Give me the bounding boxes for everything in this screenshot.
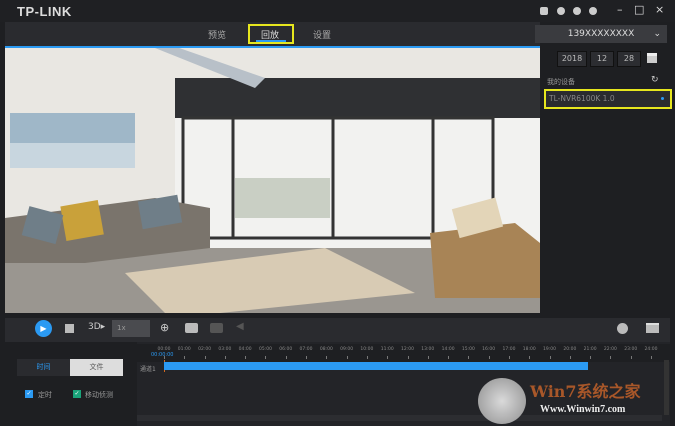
vertical-scrollbar[interactable]	[664, 360, 669, 415]
status-dot-icon	[661, 97, 664, 100]
hour-tick-mark	[204, 356, 206, 359]
hour-tick-mark	[508, 356, 510, 359]
hour-tick-mark	[448, 356, 450, 359]
maximize-button[interactable]: □	[634, 3, 644, 16]
hour-tick-label: 01:00	[177, 347, 191, 352]
refresh-icon[interactable]: ↻	[651, 75, 659, 85]
hour-tick-label: 03:00	[218, 347, 232, 352]
hour-tick-mark	[549, 356, 551, 359]
save-icon[interactable]	[540, 7, 548, 15]
tab-settings[interactable]: 设置	[313, 28, 331, 41]
hour-tick-label: 13:00	[421, 347, 435, 352]
device-item[interactable]: TL-NVR6100K 1.0	[544, 89, 672, 109]
hour-tick-mark	[427, 356, 429, 359]
hour-tick-mark	[245, 356, 247, 359]
watermark-text: Win7系统之家	[530, 382, 641, 401]
hour-tick-mark	[366, 356, 368, 359]
hour-tick-mark	[387, 356, 389, 359]
hour-tick-label: 09:00	[340, 347, 354, 352]
hour-tick-mark	[610, 356, 612, 359]
my-devices-header: 我的设备	[547, 78, 575, 86]
minimize-button[interactable]: –	[617, 3, 623, 16]
hour-tick-label: 08:00	[319, 347, 333, 352]
day-field[interactable]: 28	[617, 51, 641, 67]
hour-tick-label: 05:00	[258, 347, 272, 352]
hour-tick-label: 15:00	[461, 347, 475, 352]
hour-tick-mark	[569, 356, 571, 359]
hour-tick-mark	[265, 356, 267, 359]
record-icon[interactable]	[210, 323, 223, 333]
calendar-icon[interactable]	[647, 53, 657, 63]
watermark-logo	[478, 378, 526, 424]
year-field[interactable]: 2018	[557, 51, 587, 67]
video-view[interactable]	[5, 48, 540, 313]
device-select-value: 139XXXXXXXX	[567, 29, 635, 39]
hour-tick-mark	[224, 356, 226, 359]
hour-tick-label: 17:00	[502, 347, 516, 352]
horizontal-scrollbar[interactable]	[137, 415, 662, 421]
hour-tick-mark	[184, 356, 186, 359]
channel-label: 通道1	[140, 366, 156, 373]
tab-preview[interactable]: 预览	[208, 28, 226, 41]
hour-tick-mark	[346, 356, 348, 359]
hour-tick-mark	[306, 356, 308, 359]
label-scheduled: 定时	[38, 391, 52, 399]
volume-icon[interactable]: ◀	[236, 321, 244, 332]
remove-icon[interactable]	[617, 323, 628, 334]
hour-tick-mark	[285, 356, 287, 359]
hour-tick-mark	[468, 356, 470, 359]
hour-tick-label: 20:00	[563, 347, 577, 352]
device-name: TL-NVR6100K 1.0	[549, 94, 615, 103]
recording-segment[interactable]	[164, 362, 589, 370]
label-motion: 移动侦测	[85, 391, 113, 399]
checkbox-scheduled[interactable]: ✓	[25, 390, 33, 398]
hour-tick-mark	[488, 356, 490, 359]
hour-tick-label: 14:00	[441, 347, 455, 352]
tab-underline	[256, 40, 286, 42]
watermark-url: Www.Winwin7.com	[540, 404, 626, 415]
hour-tick-label: 23:00	[624, 347, 638, 352]
hour-tick-mark	[630, 356, 632, 359]
device-select[interactable]: 139XXXXXXXX ⌄	[535, 25, 667, 43]
chevron-down-icon: ⌄	[653, 29, 661, 39]
help-icon[interactable]	[589, 7, 597, 15]
tab-time[interactable]: 时间	[17, 359, 70, 376]
hour-tick-label: 04:00	[238, 347, 252, 352]
zoom-in-icon[interactable]: ⊕	[160, 321, 169, 334]
logo: TP-LINK	[17, 4, 72, 19]
hour-tick-label: 06:00	[279, 347, 293, 352]
checkbox-motion[interactable]: ✓	[73, 390, 81, 398]
folder-icon[interactable]	[646, 323, 659, 333]
camera-icon[interactable]	[185, 323, 198, 333]
hour-tick-label: 21:00	[583, 347, 597, 352]
camera-frame	[5, 48, 540, 313]
hour-tick-label: 02:00	[198, 347, 212, 352]
hour-tick-label: 11:00	[380, 347, 394, 352]
device-icon[interactable]	[557, 7, 565, 15]
hour-tick-label: 18:00	[522, 347, 536, 352]
hour-tick-label: 16:00	[482, 347, 496, 352]
close-button[interactable]: ×	[655, 3, 664, 16]
hour-tick-mark	[651, 356, 652, 359]
hour-tick-mark	[529, 356, 531, 359]
hour-tick-label: 12:00	[401, 347, 414, 352]
hour-tick-mark	[326, 356, 328, 359]
hour-tick-label: 24:00	[644, 347, 658, 352]
hour-tick-label: 10:00	[360, 347, 374, 352]
tab-file[interactable]: 文件	[70, 359, 123, 376]
play-button[interactable]: ▶	[35, 320, 52, 337]
hour-tick-label: 19:00	[543, 347, 557, 352]
filter-panel	[5, 342, 137, 426]
month-field[interactable]: 12	[590, 51, 614, 67]
hour-tick-label: 07:00	[299, 347, 313, 352]
speed-select[interactable]: 1x	[112, 320, 150, 337]
hour-tick-mark	[407, 356, 409, 359]
stop-button[interactable]	[65, 324, 74, 333]
hour-tick-mark	[590, 356, 592, 359]
current-time: 00:00:00	[151, 352, 174, 358]
hour-tick-label: 22:00	[603, 347, 617, 352]
frame-step-button[interactable]: 3D▸	[88, 322, 105, 332]
gear-icon[interactable]	[573, 7, 581, 15]
